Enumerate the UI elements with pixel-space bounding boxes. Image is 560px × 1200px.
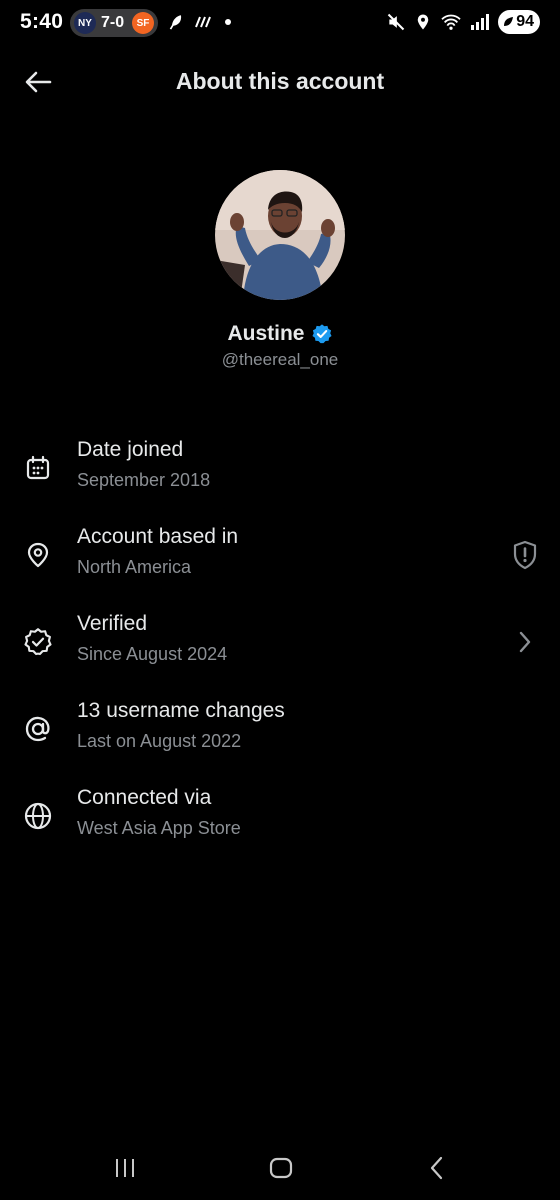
- info-item-verified[interactable]: Verified Since August 2024: [0, 610, 560, 680]
- cellular-icon: [471, 14, 490, 30]
- status-time: 5:40: [20, 10, 64, 33]
- info-label: Date joined: [77, 438, 184, 461]
- display-name: Austine: [227, 322, 305, 345]
- location-pin-icon: [22, 539, 54, 571]
- globe-icon: [22, 800, 54, 832]
- yankees-logo-icon: NY: [74, 12, 96, 34]
- info-value: North America: [77, 557, 192, 577]
- info-item-username-changes: 13 username changes Last on August 2022: [0, 697, 560, 767]
- profile-handle: @theereal_one: [221, 350, 339, 369]
- info-label: Connected via: [77, 786, 212, 809]
- wifi-icon: [441, 14, 461, 30]
- battery-leaf-icon: [504, 17, 514, 26]
- feather-icon: [169, 15, 182, 30]
- recent-apps-icon: [116, 1159, 134, 1177]
- info-item-account-based-in: Account based in North America: [0, 523, 560, 593]
- profile-name-row: Austine: [0, 322, 560, 346]
- info-label: Verified: [77, 612, 148, 635]
- at-sign-icon: [22, 713, 54, 745]
- battery-indicator: 94: [498, 10, 540, 34]
- signal-dash-icon: [195, 16, 211, 28]
- app-header: About this account: [0, 56, 560, 108]
- calendar-icon: [22, 452, 54, 484]
- info-label: 13 username changes: [77, 699, 285, 722]
- nav-back-button[interactable]: [417, 1152, 457, 1184]
- info-value: Since August 2024: [77, 644, 228, 664]
- info-value: September 2018: [77, 470, 211, 490]
- back-chevron-icon: [430, 1156, 443, 1180]
- score-notification: NY 7-0 SF: [70, 9, 158, 37]
- info-value: Last on August 2022: [77, 731, 242, 751]
- info-item-date-joined: Date joined September 2018: [0, 436, 560, 506]
- chevron-right-icon: [510, 626, 540, 658]
- recent-apps-button[interactable]: [105, 1152, 145, 1184]
- profile-avatar[interactable]: [215, 170, 345, 300]
- shield-icon[interactable]: [510, 539, 540, 571]
- home-button[interactable]: [261, 1152, 301, 1184]
- system-nav-bar: [0, 1140, 560, 1200]
- mute-icon: [387, 13, 405, 31]
- verified-badge-icon: [311, 324, 332, 344]
- location-icon: [417, 14, 429, 30]
- info-label: Account based in: [77, 525, 239, 548]
- giants-logo-icon: SF: [132, 12, 154, 34]
- status-bar: 5:40 NY 7-0 SF 94: [0, 0, 560, 48]
- info-value: West Asia App Store: [77, 818, 241, 838]
- dot-icon: [225, 19, 231, 25]
- battery-level: 94: [516, 13, 534, 30]
- score-text: 7-0: [101, 14, 125, 31]
- verified-outline-icon: [22, 626, 54, 658]
- info-item-connected-via: Connected via West Asia App Store: [0, 784, 560, 854]
- home-icon: [269, 1157, 293, 1179]
- page-title: About this account: [175, 68, 385, 94]
